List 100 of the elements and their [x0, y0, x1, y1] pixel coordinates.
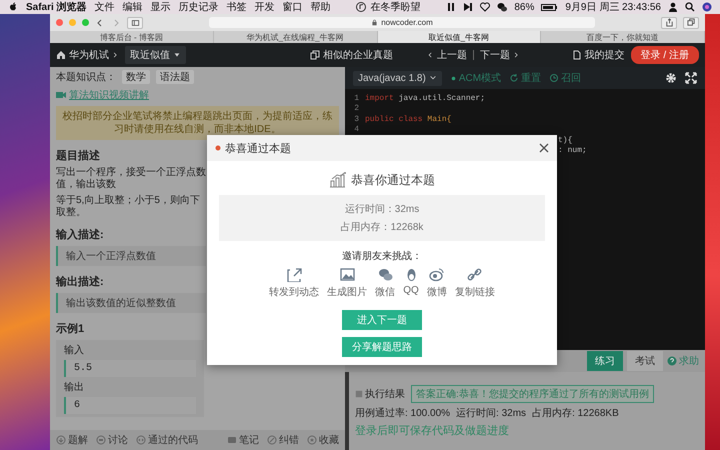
- home-icon: [56, 50, 66, 60]
- success-headline: 恭喜你通过本题: [351, 172, 435, 188]
- footer-link[interactable]: 笔记: [227, 433, 259, 447]
- user-icon: [668, 2, 678, 12]
- next-problem-link[interactable]: 下一题: [480, 48, 520, 62]
- run-time-text: 运行时间: 32ms: [456, 406, 526, 420]
- section-heading: 输入描述:: [56, 228, 104, 242]
- topic-tag[interactable]: 数学: [122, 70, 150, 84]
- mode-tab[interactable]: 考试: [627, 351, 663, 371]
- sidebar-button[interactable]: [127, 16, 143, 28]
- code-line: t){: [558, 136, 572, 145]
- share-option[interactable]: 生成图片: [327, 267, 368, 299]
- question-icon: [667, 356, 677, 366]
- menu-item[interactable]: 书签: [226, 0, 247, 14]
- video-icon: [56, 90, 66, 100]
- mode-tab[interactable]: 练习: [587, 351, 623, 371]
- fullscreen-icon: [685, 72, 697, 84]
- menu-item[interactable]: 文件: [94, 0, 115, 14]
- document-icon: [572, 50, 582, 60]
- section-heading: 题目描述: [56, 148, 100, 163]
- code-icon: [136, 435, 146, 445]
- knowledge-label: 本题知识点：: [56, 70, 116, 84]
- language-dropdown[interactable]: Java(javac 1.8): [353, 70, 442, 86]
- share-option[interactable]: 微信: [375, 267, 396, 299]
- heart-icon: [480, 2, 490, 12]
- chevron-right-icon: [513, 50, 520, 60]
- footer-link[interactable]: 收藏: [307, 433, 339, 447]
- code-line: public class Main{: [365, 114, 452, 124]
- chevron-icon: [428, 74, 437, 82]
- pause-icon: [446, 2, 456, 12]
- battery-percent: 86%: [514, 2, 534, 12]
- tabs-button[interactable]: [683, 16, 699, 28]
- image-icon: [340, 267, 355, 282]
- description-text: 等于5,向上取整；小于5，则向下取整。: [56, 195, 201, 219]
- menu-app-name[interactable]: Safari 浏览器: [26, 0, 87, 14]
- previous-problem-link[interactable]: 上一题: [427, 48, 467, 62]
- caret-icon: [173, 51, 181, 59]
- footer-link[interactable]: 通过的代码: [136, 433, 198, 447]
- chat-bubbles-icon: [378, 267, 393, 282]
- footer-link[interactable]: 讨论: [96, 433, 128, 447]
- line-number: 1: [353, 94, 359, 103]
- line-number: 2: [353, 104, 359, 114]
- clock-text: 9月9日 周三 23:43:56: [565, 1, 661, 14]
- close-button[interactable]: [539, 143, 549, 153]
- example-label: 输出: [64, 380, 85, 394]
- now-playing-text: 在冬季盼望: [370, 0, 420, 14]
- chat-icon: [96, 435, 106, 445]
- share-option[interactable]: QQ: [403, 267, 419, 299]
- notice-banner: 校招时部分企业笔试将禁止编程题跳出页面，为提前适应，练习时请使用在线自测，而非本地IDE。: [56, 106, 339, 140]
- menu-item[interactable]: 显示: [150, 0, 171, 14]
- share-option[interactable]: 转发到动态: [269, 267, 320, 299]
- similar-problems-link[interactable]: 相似的企业真题: [310, 48, 393, 62]
- menu-item[interactable]: 帮助: [310, 0, 331, 14]
- pass-rate-text: 用例通过率: 100.00%: [355, 406, 450, 420]
- menu-item[interactable]: 历史记录: [178, 0, 219, 14]
- chevron-left-icon: [427, 50, 434, 60]
- stat-text: 占用内存：12268k: [340, 220, 424, 234]
- apple-logo-icon: [8, 2, 18, 12]
- login-hint-text: 登录后即可保存代码及做题进度: [355, 424, 510, 438]
- menu-item[interactable]: 开发: [254, 0, 275, 14]
- refresh-icon: [509, 73, 520, 83]
- problem-dropdown[interactable]: 取近似值: [125, 46, 186, 64]
- browser-tab[interactable]: 取近似值_牛客网: [378, 31, 542, 43]
- star-icon: [307, 435, 317, 445]
- memory-text: 占用内存: 12268KB: [532, 406, 619, 420]
- skip-forward-icon: [463, 2, 474, 12]
- invite-text: 邀请朋友来挑战：: [342, 250, 422, 263]
- menu-item[interactable]: 编辑: [122, 0, 143, 14]
- code-line: : num;: [558, 146, 587, 156]
- share-icon: [664, 18, 674, 27]
- trophy-chart-icon: [329, 171, 347, 189]
- login-button[interactable]: 登录 / 注册: [630, 46, 699, 64]
- history-icon: [549, 73, 560, 83]
- footer-link[interactable]: 题解: [56, 433, 88, 447]
- result-label: 执行结果: [355, 387, 405, 401]
- tabs-icon: [686, 18, 696, 27]
- lock-icon: [371, 19, 378, 26]
- share-option[interactable]: 微博: [426, 267, 447, 299]
- menu-item[interactable]: 窗口: [282, 0, 303, 14]
- orb-icon: [702, 2, 712, 12]
- copy-icon: [310, 50, 320, 60]
- sidebar-icon: [130, 18, 140, 26]
- dot-icon: [450, 74, 457, 82]
- topic-tag[interactable]: 语法题: [156, 70, 194, 84]
- my-submissions-link[interactable]: 我的提交: [572, 48, 625, 62]
- share-option[interactable]: 复制链接: [454, 267, 495, 299]
- dialog-title: 恭喜通过本题: [225, 142, 291, 156]
- breadcrumb-link[interactable]: 华为机试: [56, 48, 119, 62]
- code-line: import java.util.Scanner;: [365, 94, 486, 103]
- footer-link[interactable]: 纠错: [267, 433, 299, 447]
- section-heading: 输出描述:: [56, 274, 104, 289]
- stat-text: 运行时间：32ms: [344, 202, 420, 216]
- address-field[interactable]: nowcoder.com: [209, 17, 595, 28]
- line-number: 4: [353, 125, 359, 134]
- close-icon: [539, 143, 549, 153]
- share-button[interactable]: [661, 16, 677, 28]
- example-value: 6: [64, 397, 196, 414]
- battery-icon: [541, 2, 558, 12]
- example-label: 输入: [64, 344, 85, 357]
- settings-icon: [665, 72, 677, 84]
